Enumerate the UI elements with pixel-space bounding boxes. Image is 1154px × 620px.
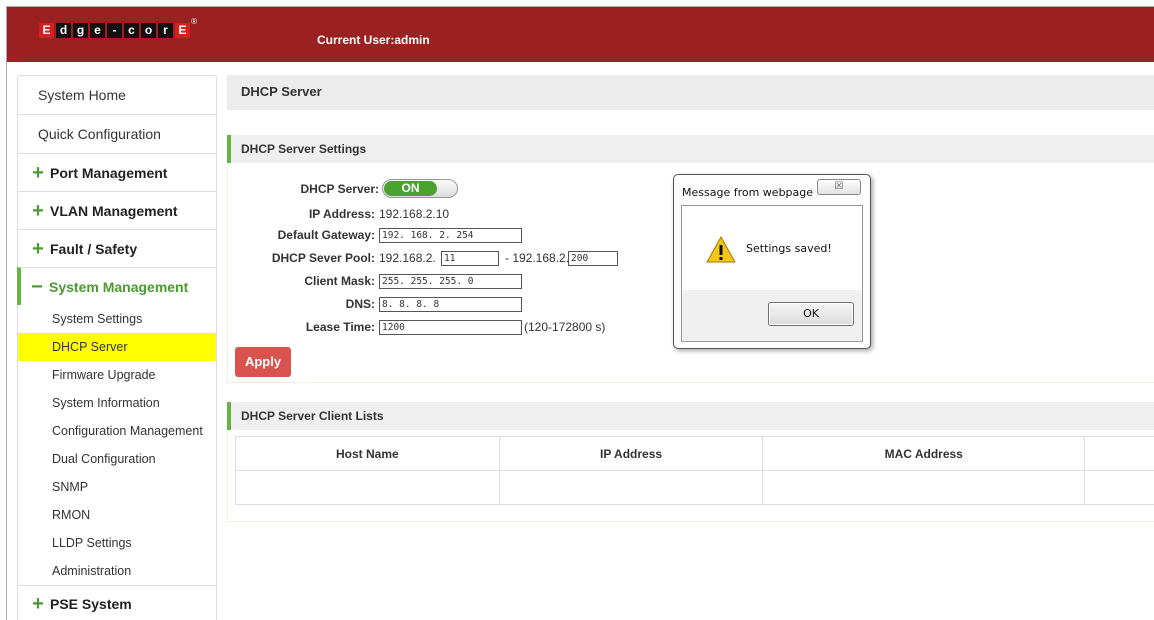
dhcp-server-toggle[interactable]: ON [382, 179, 458, 198]
toggle-on-label: ON [384, 181, 437, 196]
clients-table: Host Name IP Address MAC Address [235, 436, 1154, 505]
sidebar-item-quick-configuration[interactable]: Quick Configuration [17, 114, 217, 153]
dhcp-server-label: DHCP Server: [300, 182, 379, 196]
pool-start-prefix: 192.168.2. [379, 251, 436, 265]
sidebar-item-firmware-upgrade[interactable]: Firmware Upgrade [17, 361, 217, 389]
page-title: DHCP Server [227, 75, 1154, 110]
browser-page: E d g e - c o r E ® Current User:admin S… [6, 6, 1154, 620]
sidebar-item-system-home[interactable]: System Home [17, 75, 217, 114]
current-user: Current User:admin [317, 33, 430, 47]
dns-label: DNS: [345, 297, 375, 311]
client-mask-input[interactable]: 255. 255. 255. 0 [379, 274, 522, 289]
ip-address-label: IP Address: [308, 207, 375, 221]
ok-button[interactable]: OK [768, 302, 854, 326]
close-icon: ☒ [834, 181, 844, 192]
minus-icon: − [31, 275, 43, 298]
sidebar-group-system-management[interactable]: − System Management [17, 267, 217, 305]
sidebar-item-snmp[interactable]: SNMP [17, 473, 217, 501]
sidebar-item-configuration-management[interactable]: Configuration Management [17, 417, 217, 445]
message-dialog: Message from webpage ☒ Settings saved! O… [673, 174, 871, 349]
client-mask-label: Client Mask: [304, 274, 375, 288]
lease-time-hint: (120-172800 s) [524, 320, 606, 334]
sidebar-item-dhcp-server[interactable]: DHCP Server [17, 333, 217, 361]
top-header: E d g e - c o r E ® Current User:admin [7, 7, 1154, 62]
table-header-row: Host Name IP Address MAC Address [235, 436, 1154, 471]
sidebar-item-system-settings[interactable]: System Settings [17, 305, 217, 333]
sidebar-item-administration[interactable]: Administration [17, 557, 217, 585]
sidebar-group-label: Fault / Safety [50, 240, 138, 257]
dialog-body: Settings saved! OK [681, 205, 863, 342]
pool-start-input[interactable]: 11 [441, 251, 499, 266]
sidebar-group-port-management[interactable]: + Port Management [17, 153, 217, 191]
dialog-message: Settings saved! [746, 242, 832, 255]
dns-input[interactable]: 8. 8. 8. 8 [379, 297, 522, 312]
sidebar-item-system-information[interactable]: System Information [17, 389, 217, 417]
pool-end-prefix: - 192.168.2. [505, 251, 570, 265]
column-ip-address: IP Address [498, 436, 764, 471]
sidebar-group-label: VLAN Management [50, 202, 178, 219]
sidebar-item-dual-configuration[interactable]: Dual Configuration [17, 445, 217, 473]
ip-address-value: 192.168.2.10 [379, 207, 450, 221]
sidebar-item-lldp-settings[interactable]: LLDP Settings [17, 529, 217, 557]
sidebar: System Home Quick Configuration + Port M… [17, 75, 217, 620]
column-mac-address: MAC Address [762, 436, 1086, 471]
pool-end-input[interactable]: 200 [568, 251, 618, 266]
table-row-empty [235, 470, 1154, 505]
sidebar-group-fault-safety[interactable]: + Fault / Safety [17, 229, 217, 267]
clients-section-header: DHCP Server Client Lists [227, 402, 1154, 430]
plus-icon: + [32, 161, 44, 184]
plus-icon: + [32, 593, 44, 615]
dialog-close-button[interactable]: ☒ [817, 179, 861, 195]
default-gateway-label: Default Gateway: [277, 228, 375, 242]
plus-icon: + [32, 199, 44, 222]
sidebar-group-vlan-management[interactable]: + VLAN Management [17, 191, 217, 229]
sidebar-group-pse-system[interactable]: + PSE System [17, 585, 217, 620]
sidebar-item-rmon[interactable]: RMON [17, 501, 217, 529]
dhcp-pool-label: DHCP Sever Pool: [271, 251, 375, 265]
column-host-name: Host Name [235, 436, 500, 471]
sidebar-group-label: PSE System [50, 596, 132, 612]
column-extra [1084, 436, 1154, 471]
settings-section-header: DHCP Server Settings [227, 135, 1154, 163]
edgecore-logo: E d g e - c o r E ® [39, 17, 197, 38]
sidebar-group-label: System Management [49, 278, 189, 295]
lease-time-label: Lease Time: [305, 320, 375, 334]
default-gateway-input[interactable]: 192. 168. 2. 254 [379, 228, 522, 243]
sidebar-group-label: Port Management [50, 164, 168, 181]
lease-time-input[interactable]: 1200 [379, 320, 522, 335]
warning-icon [706, 236, 736, 263]
apply-button[interactable]: Apply [235, 347, 291, 377]
dialog-title: Message from webpage [682, 186, 814, 199]
plus-icon: + [32, 237, 44, 260]
